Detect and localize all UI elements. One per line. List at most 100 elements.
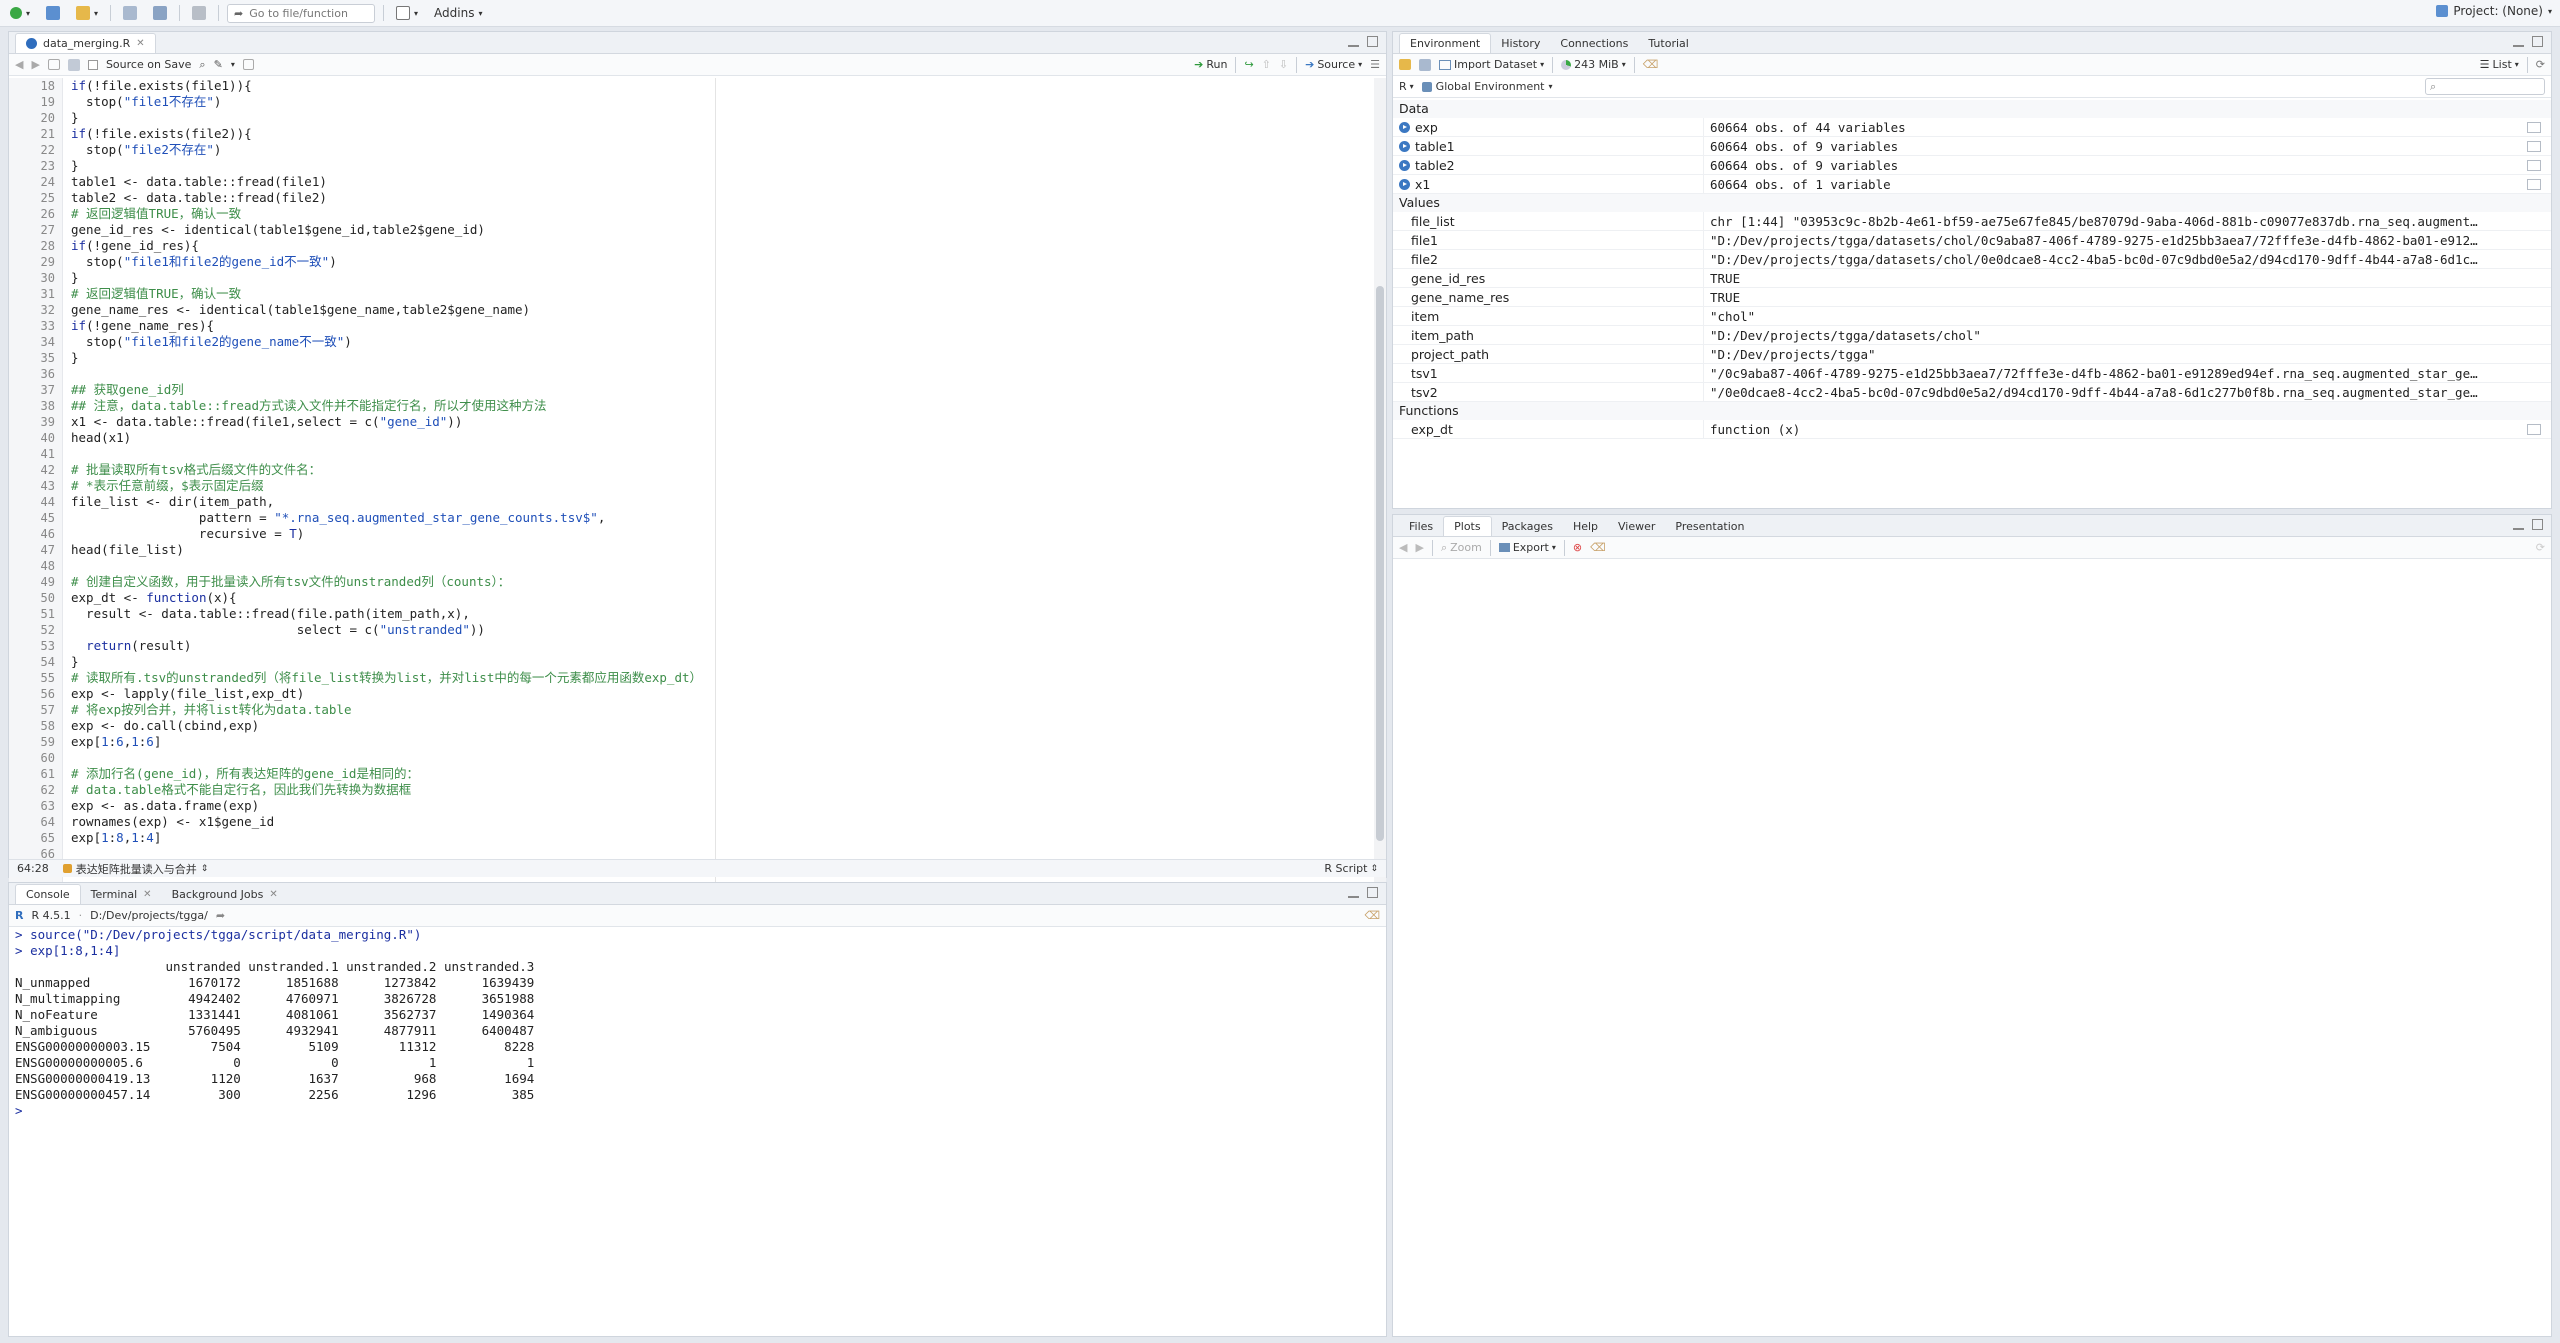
search-icon[interactable]: ⌕: [199, 58, 205, 72]
outline-icon[interactable]: ☰: [1370, 58, 1380, 71]
environment-row[interactable]: tsv1 "/0c9aba87-406f-4789-9275-e1d25bb3ae…: [1393, 364, 2551, 383]
export-button[interactable]: Export ▾: [1498, 541, 1556, 554]
editor-scrollbar[interactable]: [1374, 78, 1386, 890]
back-arrow-icon[interactable]: ◀: [1399, 541, 1407, 554]
view-data-grid-icon[interactable]: [2527, 121, 2541, 133]
tab-help[interactable]: Help: [1563, 516, 1608, 536]
environment-search-input[interactable]: ⌕: [2425, 78, 2545, 95]
environment-row[interactable]: table2 60664 obs. of 9 variables: [1393, 156, 2551, 175]
expand-arrow-icon[interactable]: [1399, 121, 1410, 133]
tab-viewer[interactable]: Viewer: [1608, 516, 1665, 536]
view-mode-button[interactable]: ☰ List ▾: [2480, 58, 2519, 71]
memory-usage-button[interactable]: 243 MiB ▾: [1561, 58, 1626, 71]
source-button[interactable]: ➔ Source ▾: [1305, 58, 1362, 71]
console-output[interactable]: > source("D:/Dev/projects/tgga/script/da…: [9, 927, 1386, 1335]
tab-plots[interactable]: Plots: [1443, 516, 1492, 536]
editor-scrollbar-thumb[interactable]: [1376, 286, 1384, 841]
environment-row[interactable]: project_path "D:/Dev/projects/tgga": [1393, 345, 2551, 364]
view-data-grid-icon[interactable]: [2527, 140, 2541, 152]
clear-console-broom-icon[interactable]: ⌫: [1364, 909, 1380, 922]
source-on-save-checkbox[interactable]: [87, 59, 98, 70]
print-button[interactable]: [188, 3, 210, 23]
go-to-file-input[interactable]: ➦ Go to file/function: [227, 3, 376, 23]
code-editor[interactable]: 18 if(!file.exists(file1)){19 stop("file1…: [9, 78, 1386, 890]
maximize-pane-icon[interactable]: [1367, 887, 1378, 898]
maximize-pane-icon[interactable]: [1367, 36, 1378, 47]
environment-row[interactable]: item "chol": [1393, 307, 2551, 326]
minimize-pane-icon[interactable]: [2513, 36, 2524, 47]
view-data-grid-icon[interactable]: [2527, 159, 2541, 171]
refresh-icon[interactable]: ⟳: [2536, 58, 2545, 71]
close-icon[interactable]: ✕: [269, 889, 277, 900]
load-workspace-icon[interactable]: [1399, 59, 1411, 70]
tab-presentation[interactable]: Presentation: [1665, 516, 1754, 536]
compile-report-icon[interactable]: [242, 59, 254, 70]
rerun-icon[interactable]: ↪: [1244, 58, 1253, 71]
language-selector[interactable]: R ▾: [1399, 80, 1414, 93]
go-up-icon[interactable]: ⇧: [1262, 58, 1271, 71]
tab-background-jobs[interactable]: Background Jobs ✕: [162, 884, 288, 904]
tab-terminal[interactable]: Terminal ✕: [81, 884, 162, 904]
console-command: source("D:/Dev/projects/tgga/script/data…: [30, 927, 422, 942]
save-workspace-icon[interactable]: [1419, 58, 1431, 71]
expand-arrow-icon[interactable]: [1399, 178, 1410, 190]
go-down-icon[interactable]: ⇩: [1279, 58, 1288, 71]
code-tools-wand-icon[interactable]: ✎: [214, 58, 223, 71]
section-navigator[interactable]: 表达矩阵批量读入与合并 ⇕: [62, 861, 208, 877]
tab-packages[interactable]: Packages: [1492, 516, 1563, 536]
refresh-icon[interactable]: ⟳: [2536, 541, 2545, 554]
new-file-button[interactable]: ▾: [6, 3, 34, 23]
environment-row[interactable]: gene_name_res TRUE: [1393, 288, 2551, 307]
tab-tutorial[interactable]: Tutorial: [1638, 33, 1698, 53]
tab-files[interactable]: Files: [1399, 516, 1443, 536]
close-icon[interactable]: ✕: [143, 889, 151, 900]
expand-arrow-icon[interactable]: [1399, 159, 1410, 171]
minimize-pane-icon[interactable]: [2513, 519, 2524, 530]
scope-selector[interactable]: Global Environment ▾: [1421, 80, 1553, 93]
working-dir-label[interactable]: D:/Dev/projects/tgga/: [90, 909, 208, 922]
clear-workspace-broom-icon[interactable]: ⌫: [1643, 58, 1659, 71]
forward-arrow-icon[interactable]: ▶: [31, 58, 39, 71]
go-to-dir-arrow-icon[interactable]: ➦: [216, 909, 225, 922]
forward-arrow-icon[interactable]: ▶: [1415, 541, 1423, 554]
save-all-button[interactable]: [149, 3, 171, 23]
environment-row[interactable]: exp_dt function (x): [1393, 420, 2551, 439]
tab-environment[interactable]: Environment: [1399, 33, 1492, 53]
environment-row[interactable]: file_list chr [1:44] "03953c9c-8b2b-4e61-…: [1393, 212, 2551, 231]
open-file-button[interactable]: ▾: [72, 3, 102, 23]
zoom-button[interactable]: ⌕ Zoom: [1441, 541, 1482, 555]
environment-row[interactable]: gene_id_res TRUE: [1393, 269, 2551, 288]
environment-row[interactable]: table1 60664 obs. of 9 variables: [1393, 137, 2551, 156]
environment-row[interactable]: tsv2 "/0e0dcae8-4cc2-4ba5-bc0d-07c9dbd0e5…: [1393, 383, 2551, 402]
filetype-selector[interactable]: R Script ⇕: [1324, 862, 1378, 875]
close-icon[interactable]: ✕: [136, 38, 144, 49]
tab-data-merging-r[interactable]: data_merging.R ✕: [15, 33, 156, 53]
minimize-pane-icon[interactable]: [1348, 36, 1359, 47]
environment-row[interactable]: file2 "D:/Dev/projects/tgga/datasets/chol…: [1393, 250, 2551, 269]
run-button[interactable]: ➔ Run: [1194, 58, 1227, 71]
maximize-pane-icon[interactable]: [2532, 519, 2543, 530]
show-in-window-icon[interactable]: [47, 59, 60, 70]
maximize-pane-icon[interactable]: [2532, 36, 2543, 47]
addins-menu[interactable]: Addins ▾: [430, 3, 486, 23]
environment-row[interactable]: item_path "D:/Dev/projects/tgga/datasets/…: [1393, 326, 2551, 345]
remove-plot-icon[interactable]: ⊗: [1573, 541, 1582, 554]
import-dataset-button[interactable]: Import Dataset ▾: [1439, 58, 1544, 71]
environment-row[interactable]: file1 "D:/Dev/projects/tgga/datasets/chol…: [1393, 231, 2551, 250]
save-icon[interactable]: [67, 58, 80, 71]
tab-console[interactable]: Console: [15, 884, 81, 904]
tab-connections[interactable]: Connections: [1550, 33, 1638, 53]
back-arrow-icon[interactable]: ◀: [15, 58, 23, 71]
save-button[interactable]: [119, 3, 141, 23]
view-data-grid-icon[interactable]: [2527, 178, 2541, 190]
view-data-grid-icon[interactable]: [2527, 423, 2541, 435]
new-project-button[interactable]: [42, 3, 64, 23]
minimize-pane-icon[interactable]: [1348, 887, 1359, 898]
project-menu[interactable]: Project: (None) ▾: [2436, 4, 2552, 18]
expand-arrow-icon[interactable]: [1399, 140, 1410, 152]
clear-plots-broom-icon[interactable]: ⌫: [1590, 541, 1606, 554]
pane-layout-button[interactable]: ▾: [392, 3, 422, 23]
environment-row[interactable]: x1 60664 obs. of 1 variable: [1393, 175, 2551, 194]
tab-history[interactable]: History: [1491, 33, 1550, 53]
environment-row[interactable]: exp 60664 obs. of 44 variables: [1393, 118, 2551, 137]
